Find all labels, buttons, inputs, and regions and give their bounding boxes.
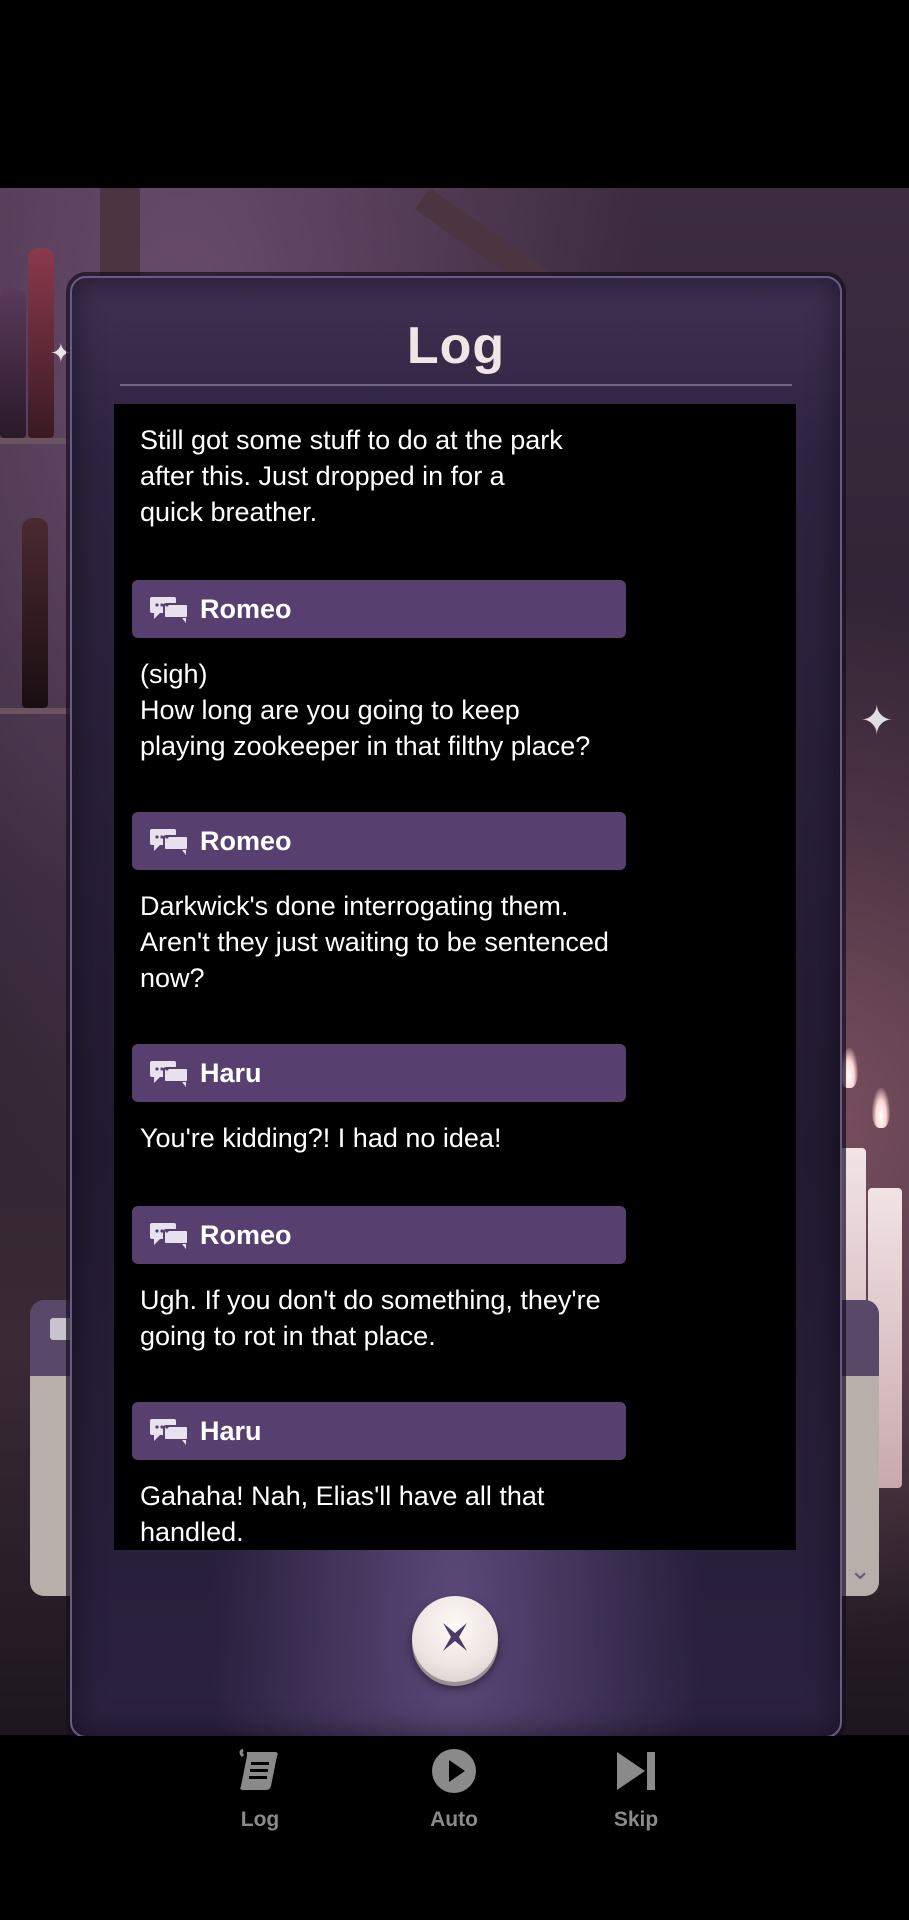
scene-bottle [22,518,48,708]
close-button[interactable] [412,1596,498,1682]
speaker-name: Haru [200,1415,262,1446]
log-scroll-area[interactable]: Still got some stuff to do at the park a… [114,404,796,1550]
scene-shelf [0,438,80,444]
scene-flame [840,1048,858,1088]
auto-label: Auto [430,1808,478,1831]
speaker-header: Romeo [132,580,626,638]
bottom-toolbar: Log Auto Skip [0,1736,909,1920]
scene-shelf [0,708,80,714]
log-entry-text: (sigh) How long are you going to keep pl… [140,659,591,761]
speaker-header: Haru [132,1402,626,1460]
speech-bubbles-icon [148,1416,190,1446]
title-divider [120,384,792,386]
speaker-name: Romeo [200,825,292,856]
chevron-down-icon: ⌄ [849,1555,871,1585]
speech-bubbles-icon [148,826,190,856]
log-entry-text: You're kidding?! I had no idea! [140,1123,502,1153]
skip-label: Skip [613,1808,659,1831]
scroll-icon [235,1746,285,1796]
panel-title: Log [406,317,506,375]
auto-button[interactable]: Auto [384,1736,524,1832]
speaker-header: Romeo [132,1206,626,1264]
log-entry-text: Still got some stuff to do at the park a… [140,425,563,527]
speech-bubbles-icon [148,594,190,624]
speaker-name: Romeo [200,593,292,624]
play-circle-icon [429,1746,479,1796]
log-entry-text: Darkwick's done interrogating them. Aren… [140,891,609,993]
speaker-header: Romeo [132,812,626,870]
scene-bottle [0,288,26,438]
speech-bubbles-icon [148,1058,190,1088]
speaker-name: Haru [200,1057,262,1088]
log-entry-text: Ugh. If you don't do something, they're … [140,1285,601,1351]
skip-button[interactable]: Skip [566,1736,706,1832]
skip-forward-icon [611,1746,661,1796]
log-label: Log [240,1808,280,1831]
close-x-icon [438,1620,472,1659]
speech-bubbles-icon [148,1220,190,1250]
log-entry-text: Gahaha! Nah, Elias'll have all that hand… [140,1481,545,1547]
log-panel: Log Still got some stuff to do at the pa… [70,276,842,1738]
log-button[interactable]: Log [190,1736,330,1832]
sparkle-icon: ✦ [860,699,894,743]
sparkle-icon: ✦ [50,338,72,368]
speaker-header: Haru [132,1044,626,1102]
speaker-name: Romeo [200,1219,292,1250]
scene-flame [872,1088,890,1128]
